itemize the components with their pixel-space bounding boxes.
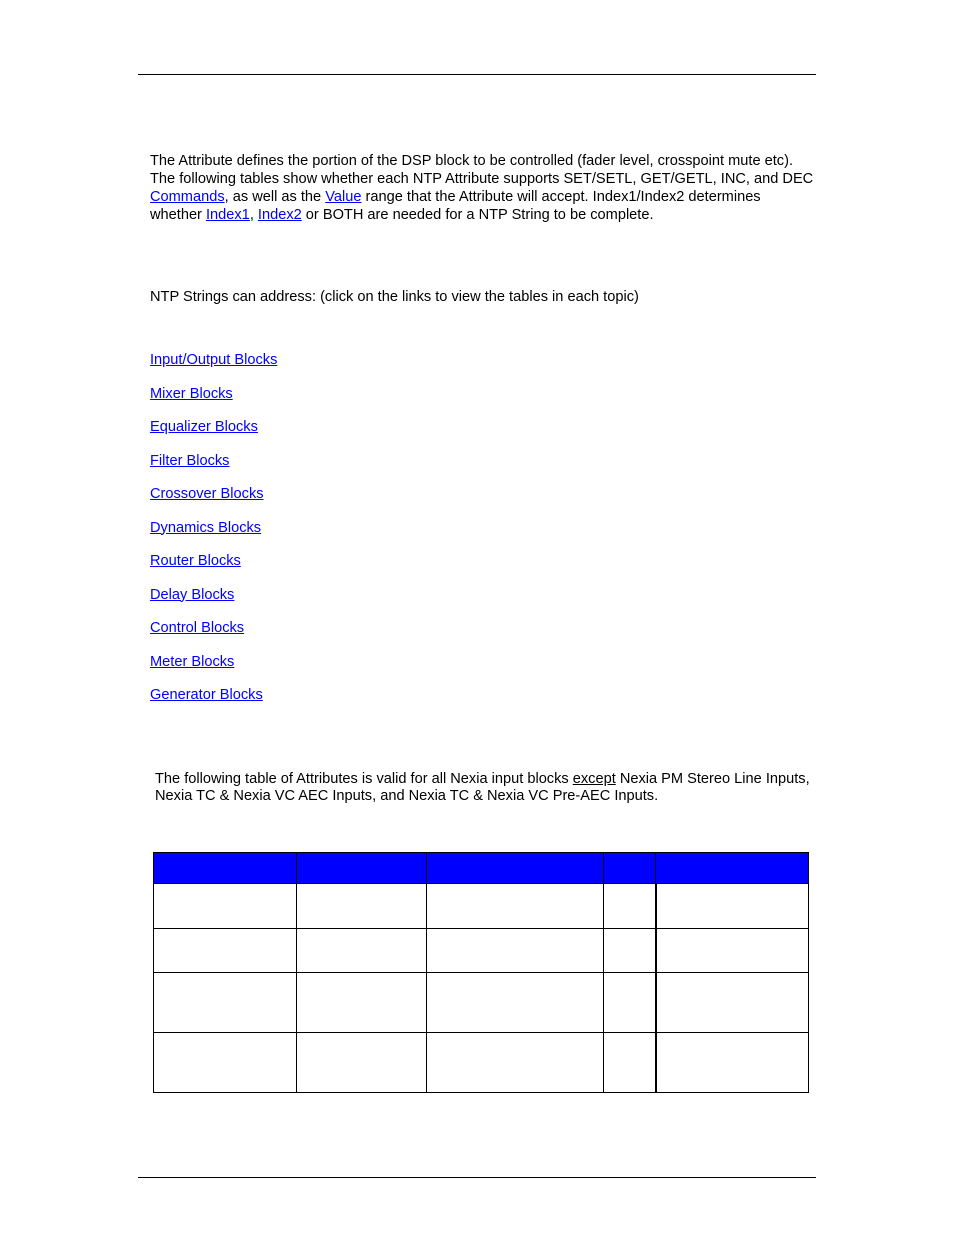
- table-cell: [426, 972, 604, 1033]
- list-item: Dynamics Blocks: [150, 519, 277, 553]
- list-item: Crossover Blocks: [150, 485, 277, 519]
- input-output-blocks-link[interactable]: Input/Output Blocks: [150, 352, 277, 368]
- filter-blocks-link[interactable]: Filter Blocks: [150, 453, 229, 469]
- dynamics-blocks-link[interactable]: Dynamics Blocks: [150, 520, 261, 536]
- value-link[interactable]: Value: [325, 189, 361, 205]
- table-header-cell: [153, 852, 297, 884]
- table-cell: [153, 928, 297, 973]
- header-rule: [138, 74, 816, 75]
- table-cell: [296, 972, 427, 1033]
- crossover-blocks-link[interactable]: Crossover Blocks: [150, 486, 264, 502]
- table-cell: [426, 883, 604, 929]
- table-cell: [654, 1032, 809, 1093]
- table-cell: [153, 972, 297, 1033]
- intro-text-2: , as well as the: [224, 189, 326, 205]
- table-cell: [654, 928, 809, 973]
- table-cell: [426, 928, 604, 973]
- table-cell: [603, 883, 656, 929]
- list-item: Equalizer Blocks: [150, 418, 277, 452]
- list-item: Meter Blocks: [150, 653, 277, 687]
- table-header-cell: [426, 852, 604, 884]
- meter-blocks-link[interactable]: Meter Blocks: [150, 654, 234, 670]
- table-header-row: [153, 852, 809, 884]
- intro-separator: ,: [249, 207, 258, 223]
- list-item: Filter Blocks: [150, 452, 277, 486]
- control-blocks-link[interactable]: Control Blocks: [150, 620, 244, 636]
- delay-blocks-link[interactable]: Delay Blocks: [150, 587, 234, 603]
- table-row: [153, 928, 809, 973]
- table-cell: [654, 972, 809, 1033]
- table-cell: [603, 972, 656, 1033]
- table-cell: [296, 1032, 427, 1093]
- table-note-emphasis: except: [572, 771, 616, 787]
- table-row: [153, 1032, 809, 1093]
- table-cell: [153, 1032, 297, 1093]
- table-header-cell: [603, 852, 656, 884]
- table-header-cell: [655, 852, 809, 884]
- table-cell: [426, 1032, 604, 1093]
- table-header-cell: [296, 852, 427, 884]
- index2-link[interactable]: Index2: [258, 207, 302, 223]
- list-item: Mixer Blocks: [150, 385, 277, 419]
- table-cell: [296, 928, 427, 973]
- list-item: Input/Output Blocks: [150, 351, 277, 385]
- intro-paragraph: The Attribute defines the portion of the…: [150, 152, 815, 224]
- attributes-table: [153, 852, 809, 1093]
- list-item: Generator Blocks: [150, 686, 277, 720]
- footer-rule: [138, 1177, 816, 1178]
- list-item: Control Blocks: [150, 619, 277, 653]
- block-links-list: Input/Output Blocks Mixer Blocks Equaliz…: [150, 351, 277, 720]
- commands-link[interactable]: Commands: [150, 189, 225, 205]
- table-note: The following table of Attributes is val…: [155, 771, 820, 805]
- intro-text-1: The Attribute defines the portion of the…: [150, 153, 814, 187]
- intro-text-4: or BOTH are needed for a NTP String to b…: [301, 207, 654, 223]
- list-item: Router Blocks: [150, 552, 277, 586]
- table-cell: [654, 883, 809, 929]
- table-cell: [296, 883, 427, 929]
- address-paragraph: NTP Strings can address: (click on the l…: [150, 289, 639, 305]
- generator-blocks-link[interactable]: Generator Blocks: [150, 687, 263, 703]
- table-cell: [603, 928, 656, 973]
- table-note-text-1: The following table of Attributes is val…: [155, 771, 573, 787]
- table-cell: [603, 1032, 656, 1093]
- equalizer-blocks-link[interactable]: Equalizer Blocks: [150, 419, 258, 435]
- mixer-blocks-link[interactable]: Mixer Blocks: [150, 386, 233, 402]
- router-blocks-link[interactable]: Router Blocks: [150, 553, 241, 569]
- table-row: [153, 972, 809, 1033]
- table-row: [153, 883, 809, 929]
- table-cell: [153, 883, 297, 929]
- list-item: Delay Blocks: [150, 586, 277, 620]
- index1-link[interactable]: Index1: [206, 207, 250, 223]
